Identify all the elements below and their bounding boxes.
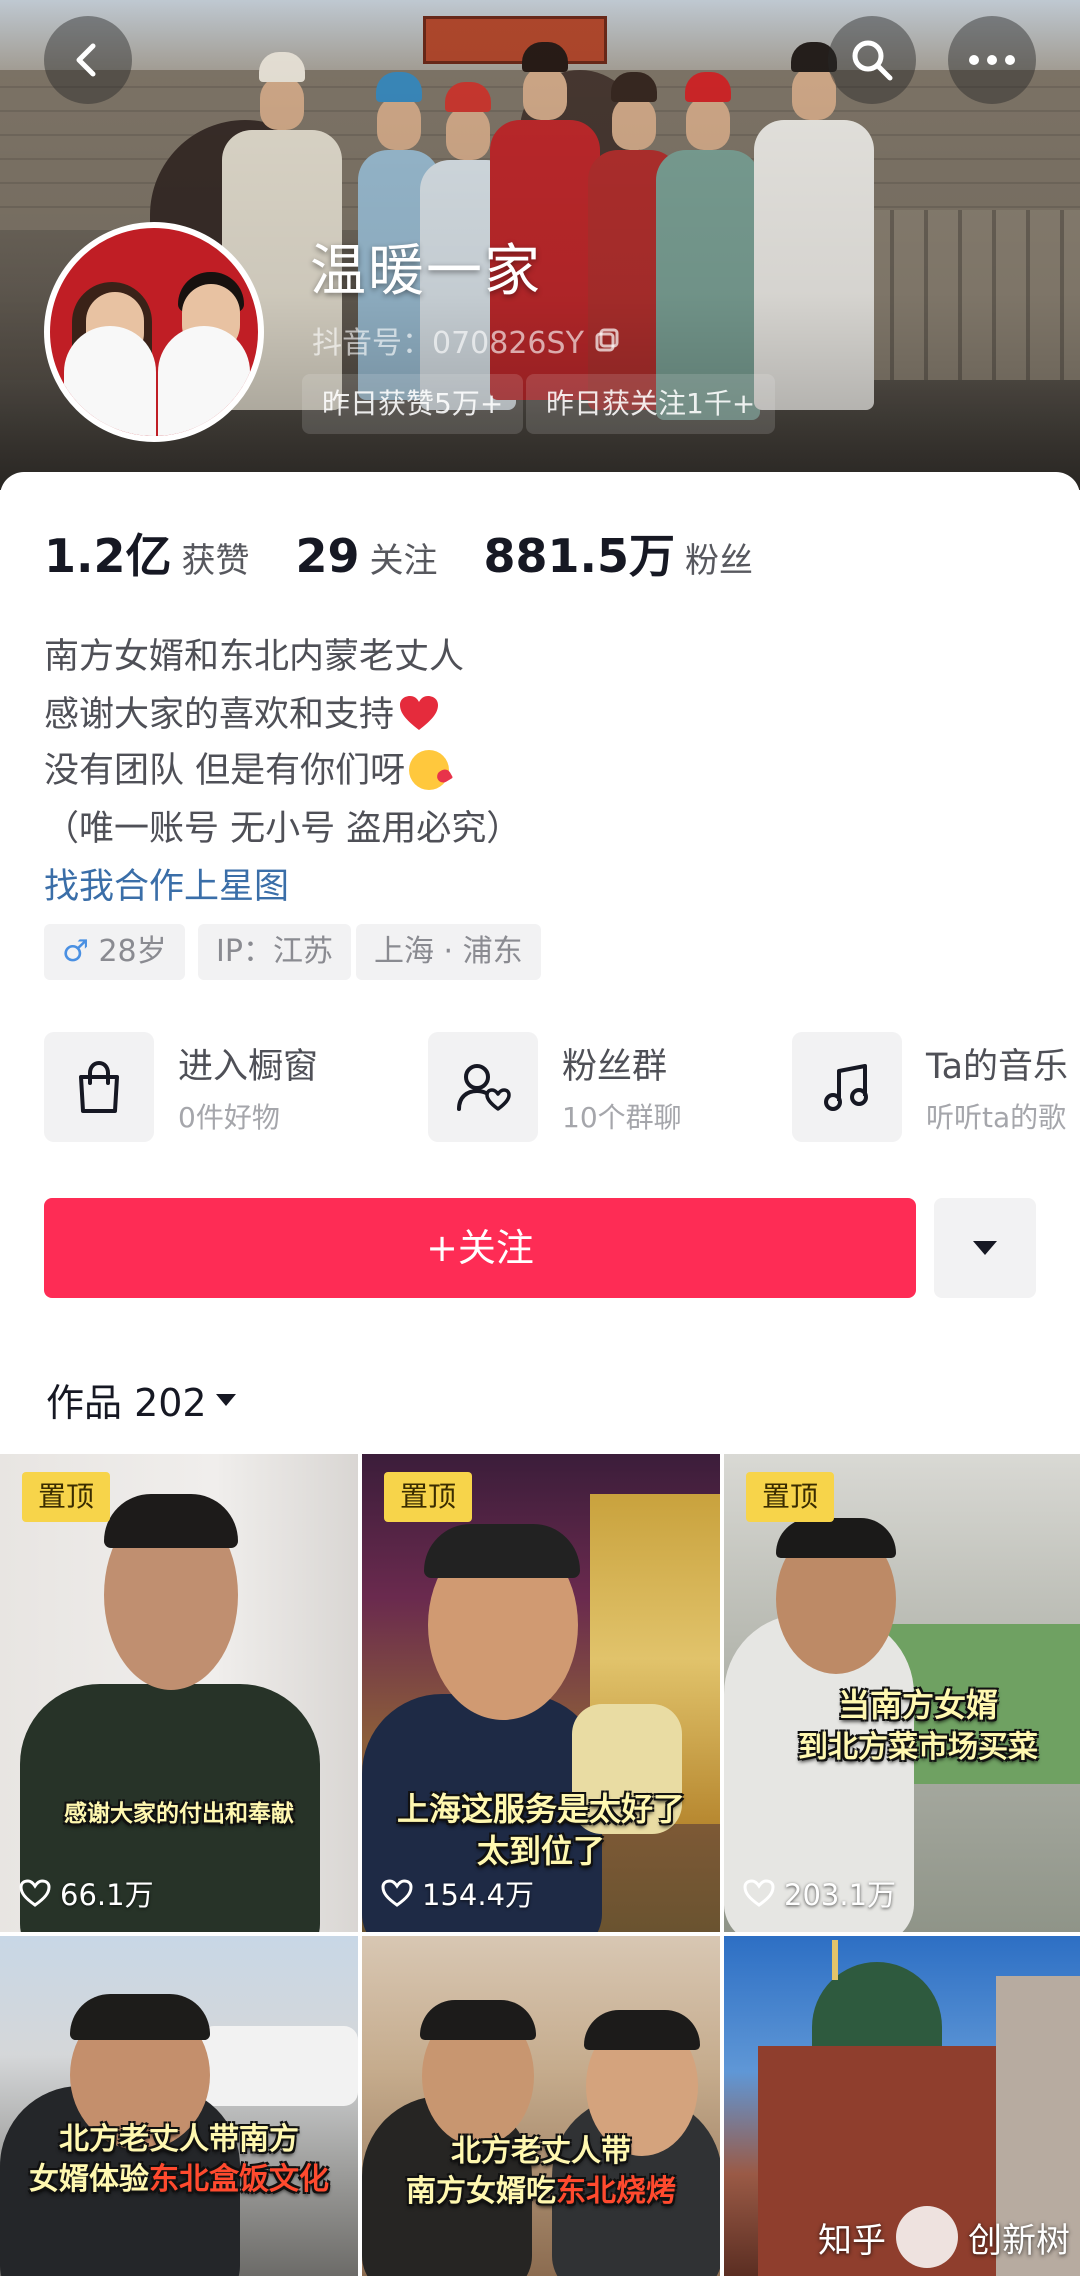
fan-group-title: 粉丝群 [562,1047,668,1087]
video-caption: 上海这服务是太好了 [396,1790,685,1828]
music-subtitle: 听听ta的歌 [926,1101,1067,1134]
video-caption-part: 女婿体验 [29,2162,149,2197]
stats-row: 1.2亿 获赞 29 关注 881.5万 粉丝 [44,520,799,586]
nickname: 温暖一家 [310,239,542,304]
watermark-brand: 创新树 [968,2220,1070,2261]
bio-line: 没有团队 但是有你们呀 [44,742,450,793]
copy-icon[interactable] [594,327,620,353]
watermark: 知乎 创新树 [818,2206,1070,2268]
works-tab[interactable]: 作品 202 [46,1372,237,1427]
video-card[interactable]: 北方老丈人带 南方女婿吃东北烧烤 [362,1936,720,2276]
followers-count[interactable]: 881.5万 [484,520,676,586]
caret-down-icon [215,1393,236,1406]
bio-line: 感谢大家的喜欢和支持 [44,686,440,737]
yesterday-likes-badge[interactable]: 昨日获赞5万+ [302,374,524,434]
shopping-bag-icon [79,1060,119,1113]
video-likes-count: 66.1万 [60,1878,154,1912]
bio-line: 南方女婿和东北内蒙老丈人 [44,637,465,677]
profile-sheet: 1.2亿 获赞 29 关注 881.5万 粉丝 南方女婿和东北内蒙老丈人 感谢大… [0,472,1080,2276]
music-title: Ta的音乐 [926,1047,1069,1087]
fan-group-entry[interactable]: 粉丝群 10个群聊 [428,1032,748,1142]
avatar[interactable] [44,222,264,442]
shop-window-entry[interactable]: 进入橱窗 0件好物 [44,1032,384,1142]
video-likes: 154.4万 [380,1872,534,1914]
video-caption-highlight: 东北烧烤 [556,2174,676,2209]
profile-page: 温暖一家 抖音号：070826SY 昨日获赞5万+ 昨日获关注1千+ 1.2亿 … [0,0,1080,2276]
search-button[interactable] [828,16,916,104]
follow-button[interactable]: +关注 [44,1198,916,1298]
more-dots-icon [969,55,1015,65]
heart-outline-icon [743,1879,775,1907]
video-caption: 女婿体验东北盒饭文化 [0,2154,358,2198]
video-caption: 北方老丈人带南方 [59,2122,299,2157]
watermark-logo-icon [896,2206,958,2268]
music-entry[interactable]: Ta的音乐 听听ta的歌 [792,1032,1080,1142]
fan-group-icon [457,1064,511,1111]
chevron-left-icon [76,43,96,77]
likes-label: 获赞 [181,541,250,581]
video-caption: 太到位了 [476,1832,605,1870]
video-card[interactable]: 置顶 当南方女婿 到北方菜市场买菜 203.1万 [724,1454,1080,1932]
shop-window-subtitle: 0件好物 [178,1101,280,1134]
video-likes-count: 203.1万 [784,1878,897,1912]
yesterday-follows-badge[interactable]: 昨日获关注1千+ [526,374,776,434]
video-card[interactable]: 置顶 上海这服务是太好了 太到位了 154.4万 [362,1454,720,1932]
likes-count[interactable]: 1.2亿 [44,520,172,586]
pinned-badge: 置顶 [746,1472,834,1522]
video-caption: 北方老丈人带 [451,2134,631,2169]
video-caption: 当南方女婿 [837,1686,998,1724]
video-caption-part: 南方女婿吃 [406,2174,556,2209]
recommend-dropdown-button[interactable] [934,1198,1036,1298]
video-likes-count: 154.4万 [422,1878,535,1912]
video-likes: 203.1万 [742,1872,896,1914]
video-caption: 到北方菜市场买菜 [798,1730,1038,1765]
back-button[interactable] [44,16,132,104]
followers-label: 粉丝 [685,541,754,581]
pinned-badge: 置顶 [22,1472,110,1522]
video-caption: 感谢大家的付出和奉献 [64,1801,294,1827]
video-caption-highlight: 东北盒饭文化 [149,2162,329,2197]
douyin-id[interactable]: 抖音号：070826SY [312,318,620,362]
kiss-emoji-icon [409,750,450,790]
location-tag: 上海 · 浦东 [356,924,541,980]
pinned-badge: 置顶 [384,1472,472,1522]
search-icon [852,40,893,81]
red-heart-icon [400,696,439,730]
shop-window-title: 进入橱窗 [178,1047,319,1087]
heart-outline-icon [19,1879,51,1907]
gender-age-tag: ♂ 28岁 [44,924,185,980]
bio-text: 没有团队 但是有你们呀 [44,751,406,791]
fan-group-subtitle: 10个群聊 [562,1101,682,1134]
video-card[interactable]: 北方老丈人带南方 女婿体验东北盒饭文化 [0,1936,358,2276]
male-icon: ♂ [62,934,89,969]
ip-tag: IP：江苏 [198,924,351,980]
works-label: 作品 202 [46,1381,207,1425]
bio-line: （唯一账号 无小号 盗用必究） [44,809,522,849]
following-label: 关注 [369,541,438,581]
video-likes: 66.1万 [18,1872,154,1914]
heart-outline-icon [381,1879,413,1907]
star-map-cooperation-link[interactable]: 找我合作上星图 [44,858,289,909]
age-text: 28岁 [98,934,167,969]
video-card[interactable]: 置顶 感谢大家的付出和奉献 66.1万 [0,1454,358,1932]
more-options-button[interactable] [948,16,1036,104]
watermark-zhihu: 知乎 [818,2220,886,2261]
music-note-icon [824,1064,868,1111]
following-count[interactable]: 29 [296,529,360,583]
video-caption: 南方女婿吃东北烧烤 [362,2166,720,2210]
bio-text: 感谢大家的喜欢和支持 [44,695,395,735]
caret-down-icon [973,1241,997,1255]
douyin-id-text: 抖音号：070826SY [312,326,584,361]
